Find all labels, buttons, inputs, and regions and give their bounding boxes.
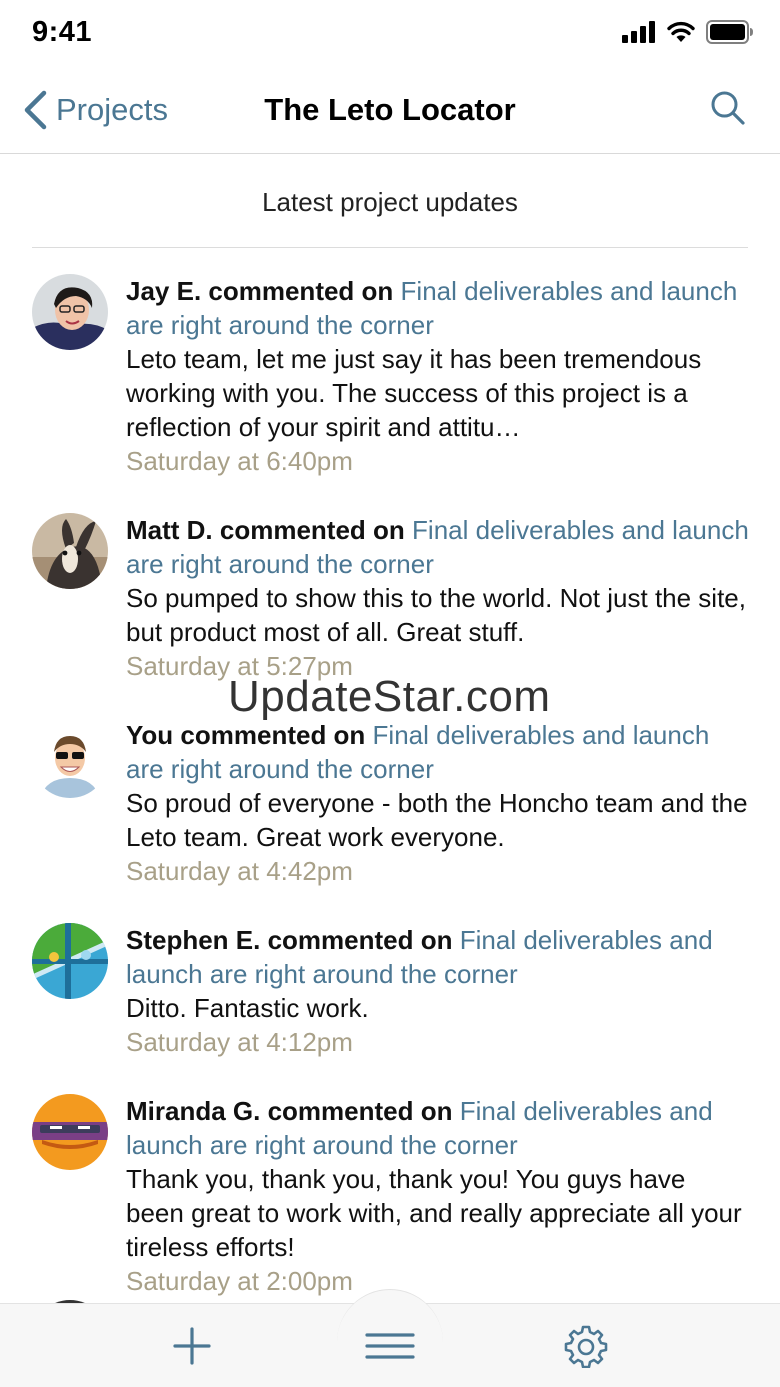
search-icon <box>711 91 745 125</box>
status-time: 9:41 <box>32 16 93 48</box>
battery-icon <box>706 20 753 44</box>
feed-comment: Thank you, thank you, thank you! You guy… <box>126 1164 742 1262</box>
feed-author: You commented on <box>126 720 366 750</box>
back-button[interactable]: Projects <box>22 90 168 130</box>
gear-icon <box>564 1325 608 1368</box>
signal-icon <box>622 21 655 43</box>
feed-item-text: Stephen E. commented on Final deliverabl… <box>126 923 750 1059</box>
status-bar: 9:41 <box>0 0 780 66</box>
avatar[interactable] <box>32 1094 108 1170</box>
section-header: Latest project updates <box>32 154 748 248</box>
feed-timestamp: Saturday at 6:40pm <box>126 446 353 476</box>
feed-item-text: Jay E. commented on Final deliverables a… <box>126 274 750 478</box>
feed-item-text: Matt D. commented on Final deliverables … <box>126 513 750 683</box>
activity-feed[interactable]: Jay E. commented on Final deliverables a… <box>0 248 780 1303</box>
feed-comment: So proud of everyone - both the Honcho t… <box>126 788 748 852</box>
feed-timestamp: Saturday at 4:42pm <box>126 856 353 886</box>
feed-author: Stephen E. commented on <box>126 925 453 955</box>
avatar[interactable] <box>32 513 108 589</box>
search-button[interactable] <box>710 90 746 131</box>
wifi-icon <box>667 21 695 42</box>
nav-bar: Projects The Leto Locator <box>0 66 780 154</box>
feed-timestamp: Saturday at 4:12pm <box>126 1027 353 1057</box>
feed-item-text: Miranda G. commented on Final deliverabl… <box>126 1094 750 1298</box>
feed-item-text: You commented on Final deliverables and … <box>126 718 750 888</box>
menu-button[interactable] <box>360 1318 420 1374</box>
feed-timestamp: Saturday at 2:00pm <box>126 1266 353 1296</box>
settings-button[interactable] <box>556 1318 616 1374</box>
status-icons <box>622 20 754 44</box>
back-button-label: Projects <box>56 92 168 127</box>
feed-author: Jay E. commented on <box>126 276 394 306</box>
avatar[interactable] <box>32 923 108 999</box>
feed-comment: So pumped to show this to the world. Not… <box>126 583 746 647</box>
feed-comment: Ditto. Fantastic work. <box>126 993 369 1023</box>
avatar[interactable] <box>32 722 108 798</box>
chevron-left-icon <box>24 90 47 130</box>
watermark: UpdateStar.com <box>228 672 551 721</box>
feed-comment: Leto team, let me just say it has been t… <box>126 344 702 442</box>
add-button[interactable] <box>162 1318 222 1374</box>
plus-icon <box>173 1327 211 1365</box>
feed-author: Matt D. commented on <box>126 515 405 545</box>
menu-icon <box>365 1333 415 1359</box>
feed-author: Miranda G. commented on <box>126 1096 453 1126</box>
avatar[interactable] <box>32 274 108 350</box>
